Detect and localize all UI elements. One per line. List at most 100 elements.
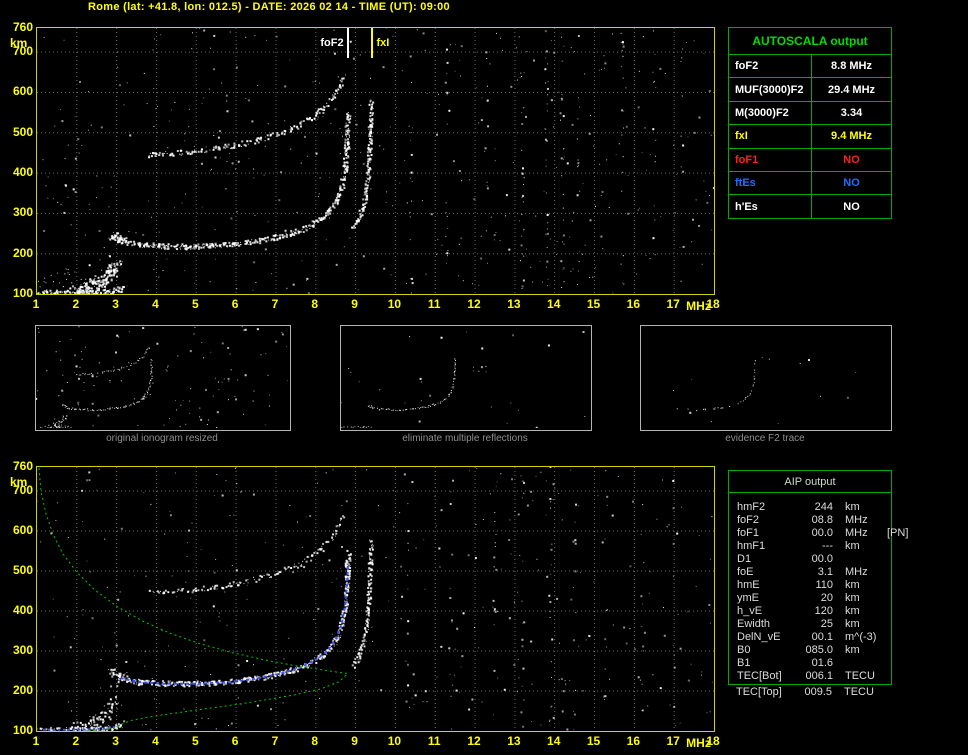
x-tick-17: 17 <box>666 297 680 311</box>
aip-cell: m^(-3) <box>845 630 877 643</box>
aip-cell: 120 <box>814 604 833 617</box>
y-tick-760: 760 <box>12 459 33 473</box>
thumbnail-multiples-removed <box>340 325 592 431</box>
x-tick-8: 8 <box>311 297 319 311</box>
aip-cell: 00.1 <box>811 630 833 643</box>
aip-row-ymE: ymE 20 km <box>729 591 891 604</box>
aip-row-D1: D1 00.0 <box>729 552 891 565</box>
autoscala-row-ftEs: ftEs NO <box>729 171 891 196</box>
x-tick-1: 1 <box>32 734 40 748</box>
aip-cell: km <box>845 500 860 513</box>
x-tick-5: 5 <box>191 297 199 311</box>
aip-cell: B0 <box>737 643 751 656</box>
tec-top-unit: TECU <box>844 685 874 698</box>
autoscala-row-MUF(3000)F2: MUF(3000)F2 29.4 MHz <box>729 78 891 102</box>
x-tick-7: 7 <box>271 734 279 748</box>
thumbnail-caption-multiples: eliminate multiple reflections <box>402 433 528 444</box>
x-tick-14: 14 <box>547 297 561 311</box>
aip-cell: D1 <box>737 552 752 565</box>
thumbnail-caption-original: original ionogram resized <box>106 433 218 444</box>
aip-row-B1: B1 01.6 <box>729 656 891 669</box>
y-tick-300: 300 <box>12 643 33 657</box>
x-tick-3: 3 <box>112 297 119 311</box>
aip-cell: MHz <box>845 565 868 578</box>
aip-cell: km <box>845 591 860 604</box>
autoscala-row-value: 3.34 <box>840 106 863 119</box>
station-date-time-title: Rome (lat: +41.8, lon: 012.5) - DATE: 20… <box>88 1 450 13</box>
aip-cell: 25 <box>820 617 833 630</box>
aip-cell: 00.0 <box>811 526 833 539</box>
y-tick-100: 100 <box>12 723 33 737</box>
x-tick-12: 12 <box>467 297 481 311</box>
aip-cell: km <box>845 539 860 552</box>
autoscala-row-label: ftEs <box>729 171 812 195</box>
x-axis-unit: MHz <box>686 299 711 313</box>
x-tick-9: 9 <box>351 297 358 311</box>
aip-cell: Ewidth <box>737 617 771 630</box>
x-tick-2: 2 <box>72 734 80 748</box>
aip-row-foE: foE 3.1 MHz <box>729 565 891 578</box>
aip-cell: --- <box>822 539 833 552</box>
x-tick-16: 16 <box>626 297 641 311</box>
autoscala-row-label: M(3000)F2 <box>729 101 812 125</box>
aip-cell: km <box>845 578 860 591</box>
autoscala-row-h'Es: h'Es NO <box>729 195 891 218</box>
ionogram-plot-bottom <box>36 466 715 732</box>
y-tick-200: 200 <box>12 683 33 697</box>
tec-top-name: TEC[Top] <box>736 685 782 698</box>
y-tick-300: 300 <box>12 205 33 220</box>
x-tick-15: 15 <box>586 297 601 311</box>
aip-cell: 00.0 <box>811 552 833 565</box>
aip-row-hmF1: hmF1 --- km <box>729 539 891 552</box>
x-tick-5: 5 <box>191 734 199 748</box>
aip-cell: TECU <box>845 669 875 682</box>
x-tick-6: 6 <box>231 734 239 748</box>
aip-cell: km <box>845 643 860 656</box>
autoscala-row-label: h'Es <box>729 195 812 218</box>
aip-cell: TEC[Bot] <box>737 669 782 682</box>
thumbnail-original-ionogram <box>35 325 291 431</box>
aip-cell: foF1 <box>737 526 760 539</box>
aip-cell: 110 <box>815 578 833 591</box>
autoscala-rows: foF2 8.8 MHz MUF(3000)F2 29.4 MHz M(3000)F2 3… <box>729 55 891 218</box>
aip-row-B0: B0 085.0 km <box>729 643 891 656</box>
x-tick-10: 10 <box>387 734 402 748</box>
aip-output-panel: AIP output hmF2 244 km foF2 08.8 MHz foF1 00.0 M… <box>728 470 908 685</box>
x-tick-2: 2 <box>72 297 80 311</box>
ionogram-top-canvas <box>37 28 714 294</box>
y-tick-760: 760 <box>12 20 33 34</box>
x-tick-11: 11 <box>427 734 441 748</box>
autoscala-row-value: NO <box>843 200 860 213</box>
x-tick-7: 7 <box>271 297 279 311</box>
autoscala-output-panel: AUTOSCALA output foF2 8.8 MHz MUF(3000)F2 2… <box>728 27 892 219</box>
autoscala-row-M(3000)F2: M(3000)F2 3.34 <box>729 101 891 126</box>
thumbnail-original-canvas <box>36 326 288 428</box>
y-tick-100: 100 <box>12 286 33 300</box>
aip-cell: foE <box>737 565 754 578</box>
x-tick-17: 17 <box>666 734 680 748</box>
thumbnail-multiples-canvas <box>341 331 586 428</box>
y-tick-200: 200 <box>12 245 33 260</box>
aip-cell: DelN_vE <box>737 630 781 643</box>
autoscala-row-value: 29.4 MHz <box>827 83 876 96</box>
autoscala-row-label: MUF(3000)F2 <box>729 78 812 101</box>
fxI-marker-label: fxI <box>376 37 390 49</box>
x-tick-12: 12 <box>467 734 481 748</box>
autoscala-row-fxI: fxI 9.4 MHz <box>729 125 891 149</box>
x-tick-15: 15 <box>586 734 601 748</box>
aip-cell: 085.0 <box>805 643 833 656</box>
aip-cell: B1 <box>737 656 751 669</box>
aip-row-TEC[Bot]: TEC[Bot] 006.1 TECU <box>729 669 891 682</box>
autoscala-row-value: NO <box>843 177 860 190</box>
x-tick-10: 10 <box>387 297 402 311</box>
aip-cell: 244 <box>814 500 833 513</box>
aip-cell: h_vE <box>737 604 763 617</box>
aip-cell: km <box>845 617 860 630</box>
aip-panel-title: AIP output <box>729 471 891 493</box>
aip-cell: MHz <box>845 513 868 526</box>
aip-cell: [PN] <box>887 526 909 539</box>
x-axis-unit: MHz <box>686 736 711 750</box>
thumbnail-caption-f2: evidence F2 trace <box>725 433 805 444</box>
y-axis-unit: km <box>10 36 28 50</box>
aip-row-hmF2: hmF2 244 km <box>729 500 891 513</box>
